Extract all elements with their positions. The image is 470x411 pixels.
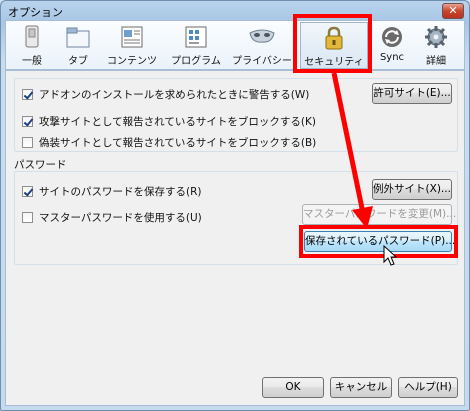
mouse-cursor-icon	[383, 244, 398, 266]
options-window: オプション ✕ 一般 タブ コンテンツ プログラム プライバシー セキュリティ …	[0, 0, 470, 411]
